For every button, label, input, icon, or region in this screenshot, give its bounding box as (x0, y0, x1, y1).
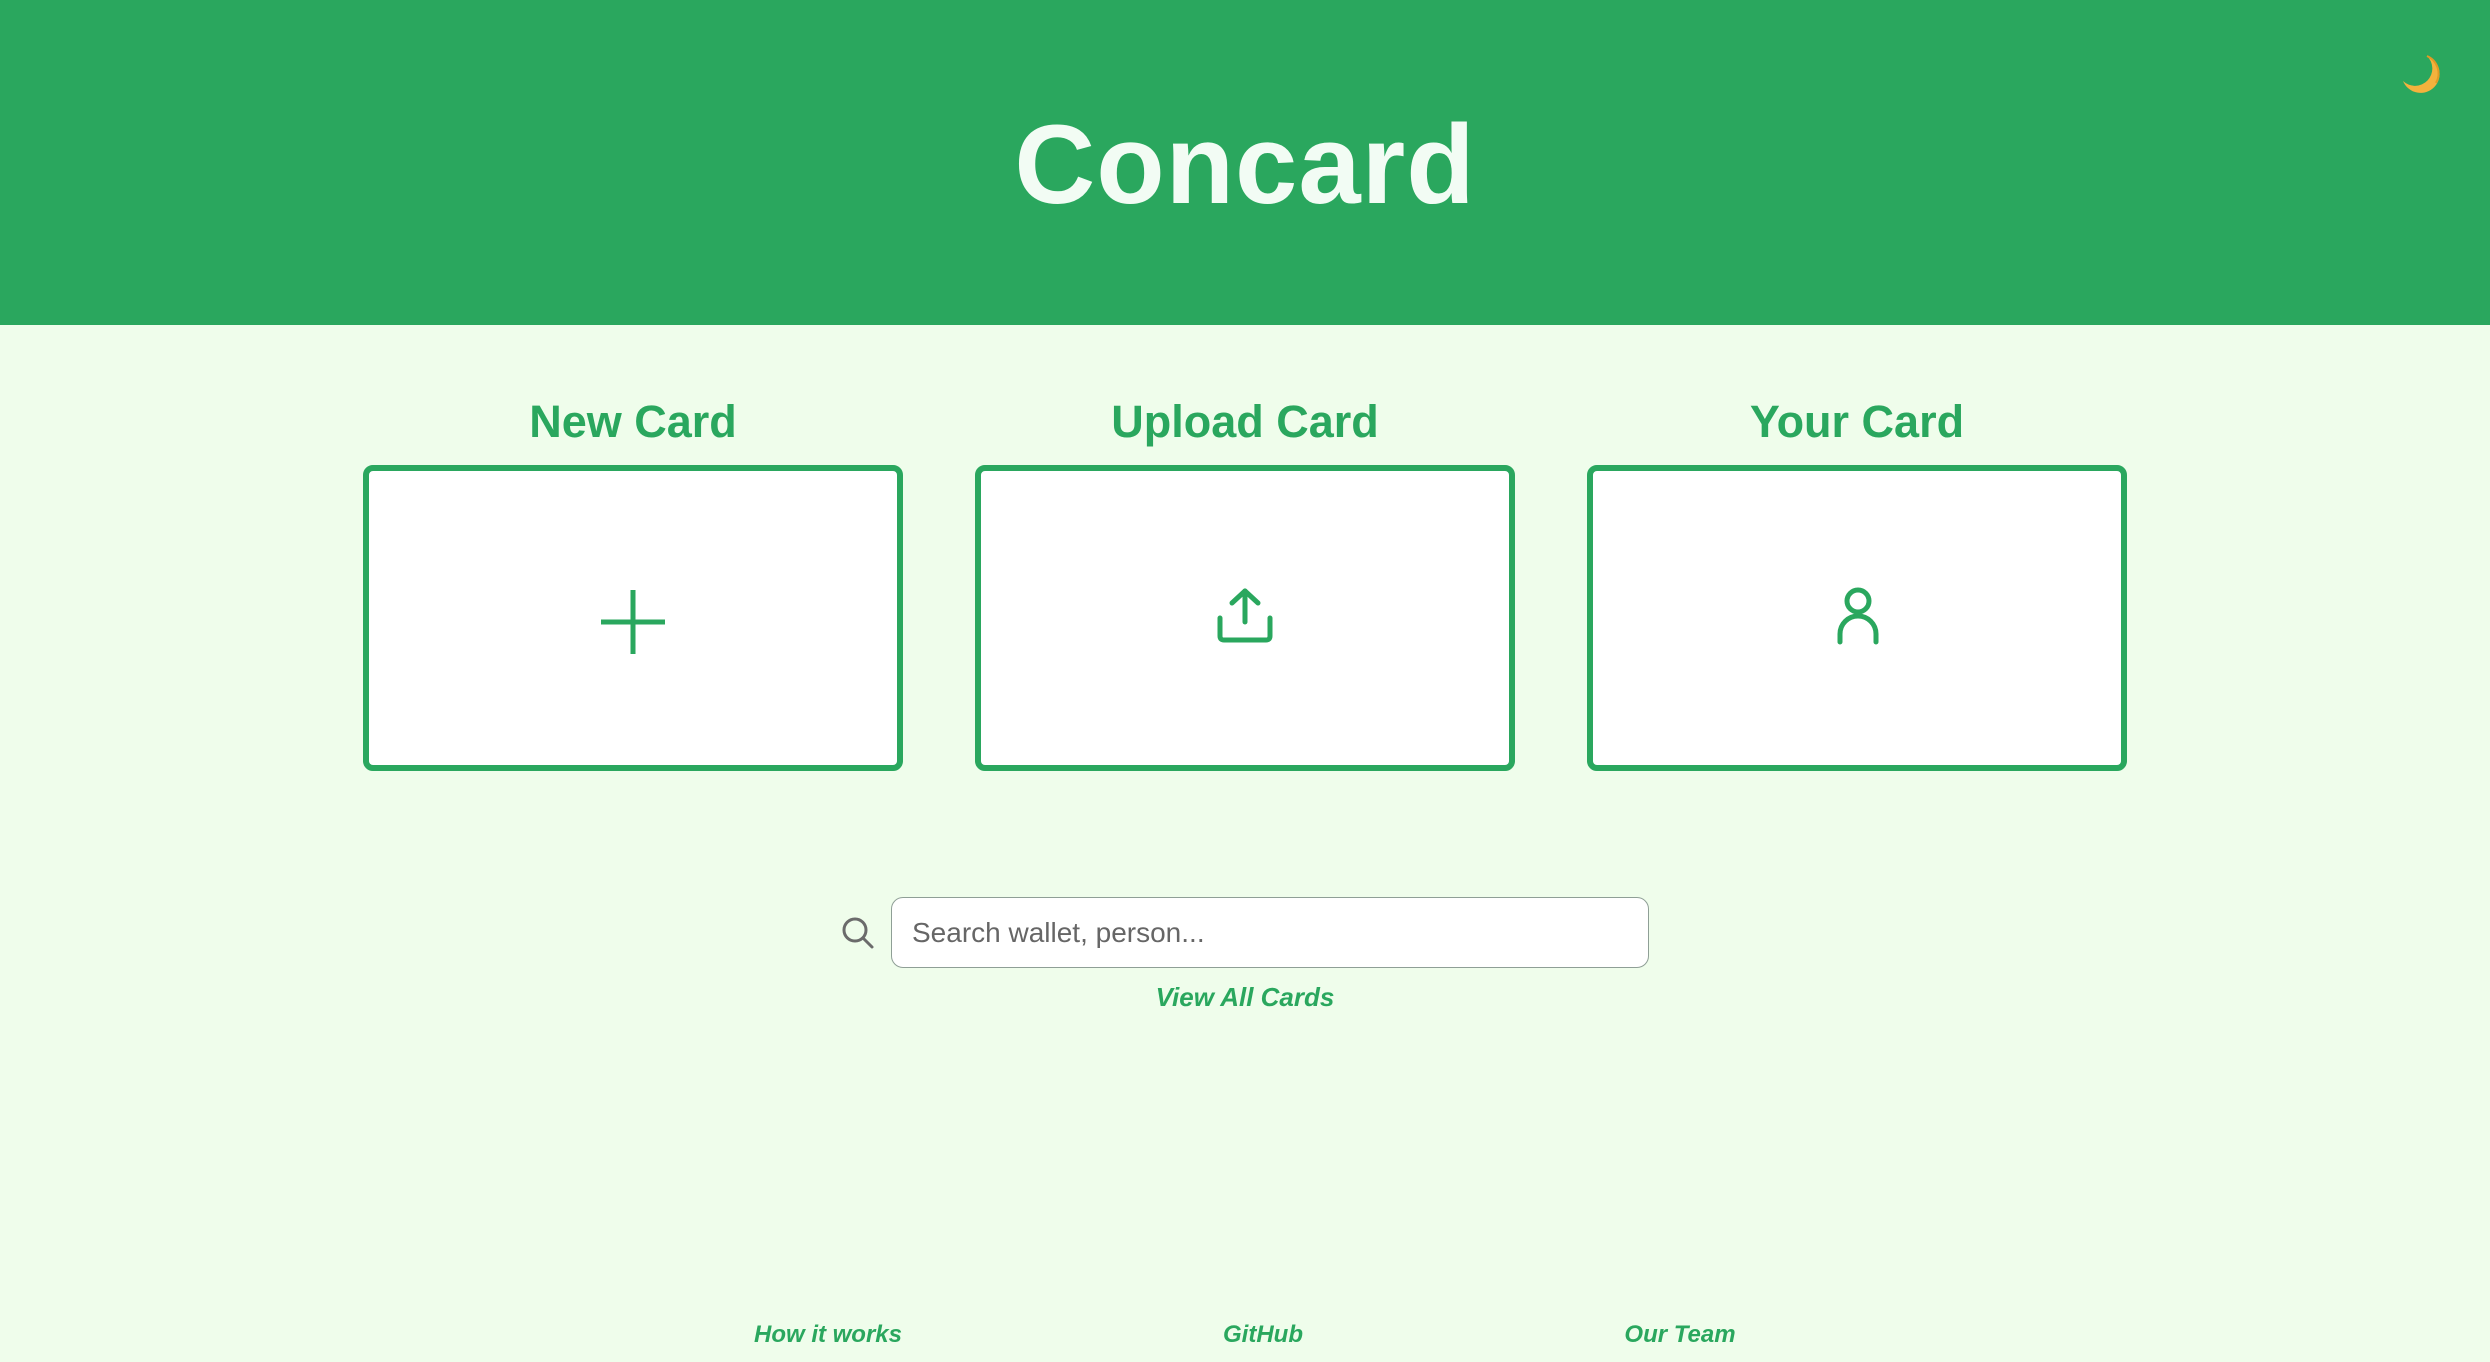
your-card-button[interactable] (1587, 465, 2127, 771)
user-icon (1837, 587, 1879, 645)
theme-toggle-button[interactable] (2396, 50, 2446, 100)
footer-link-our-team[interactable]: Our Team (1530, 1319, 1830, 1351)
view-all-cards-link[interactable]: View All Cards (0, 980, 2490, 1014)
your-card-label: Your Card (1749, 396, 1965, 447)
upload-card-button[interactable] (975, 465, 1515, 771)
search-icon (842, 917, 874, 949)
upload-card-label: Upload Card (1111, 396, 1379, 447)
header-bar: Concard (0, 0, 2490, 325)
footer-link-how-it-works[interactable]: How it works (678, 1319, 978, 1351)
upload-icon (1217, 588, 1273, 643)
search-input[interactable] (891, 897, 1649, 968)
plus-icon (601, 590, 665, 654)
app-title: Concard (1014, 102, 1476, 227)
footer-link-github[interactable]: GitHub (1113, 1319, 1413, 1351)
crescent-moon-icon (2403, 55, 2440, 93)
new-card-button[interactable] (363, 465, 903, 771)
new-card-label: New Card (529, 396, 737, 447)
